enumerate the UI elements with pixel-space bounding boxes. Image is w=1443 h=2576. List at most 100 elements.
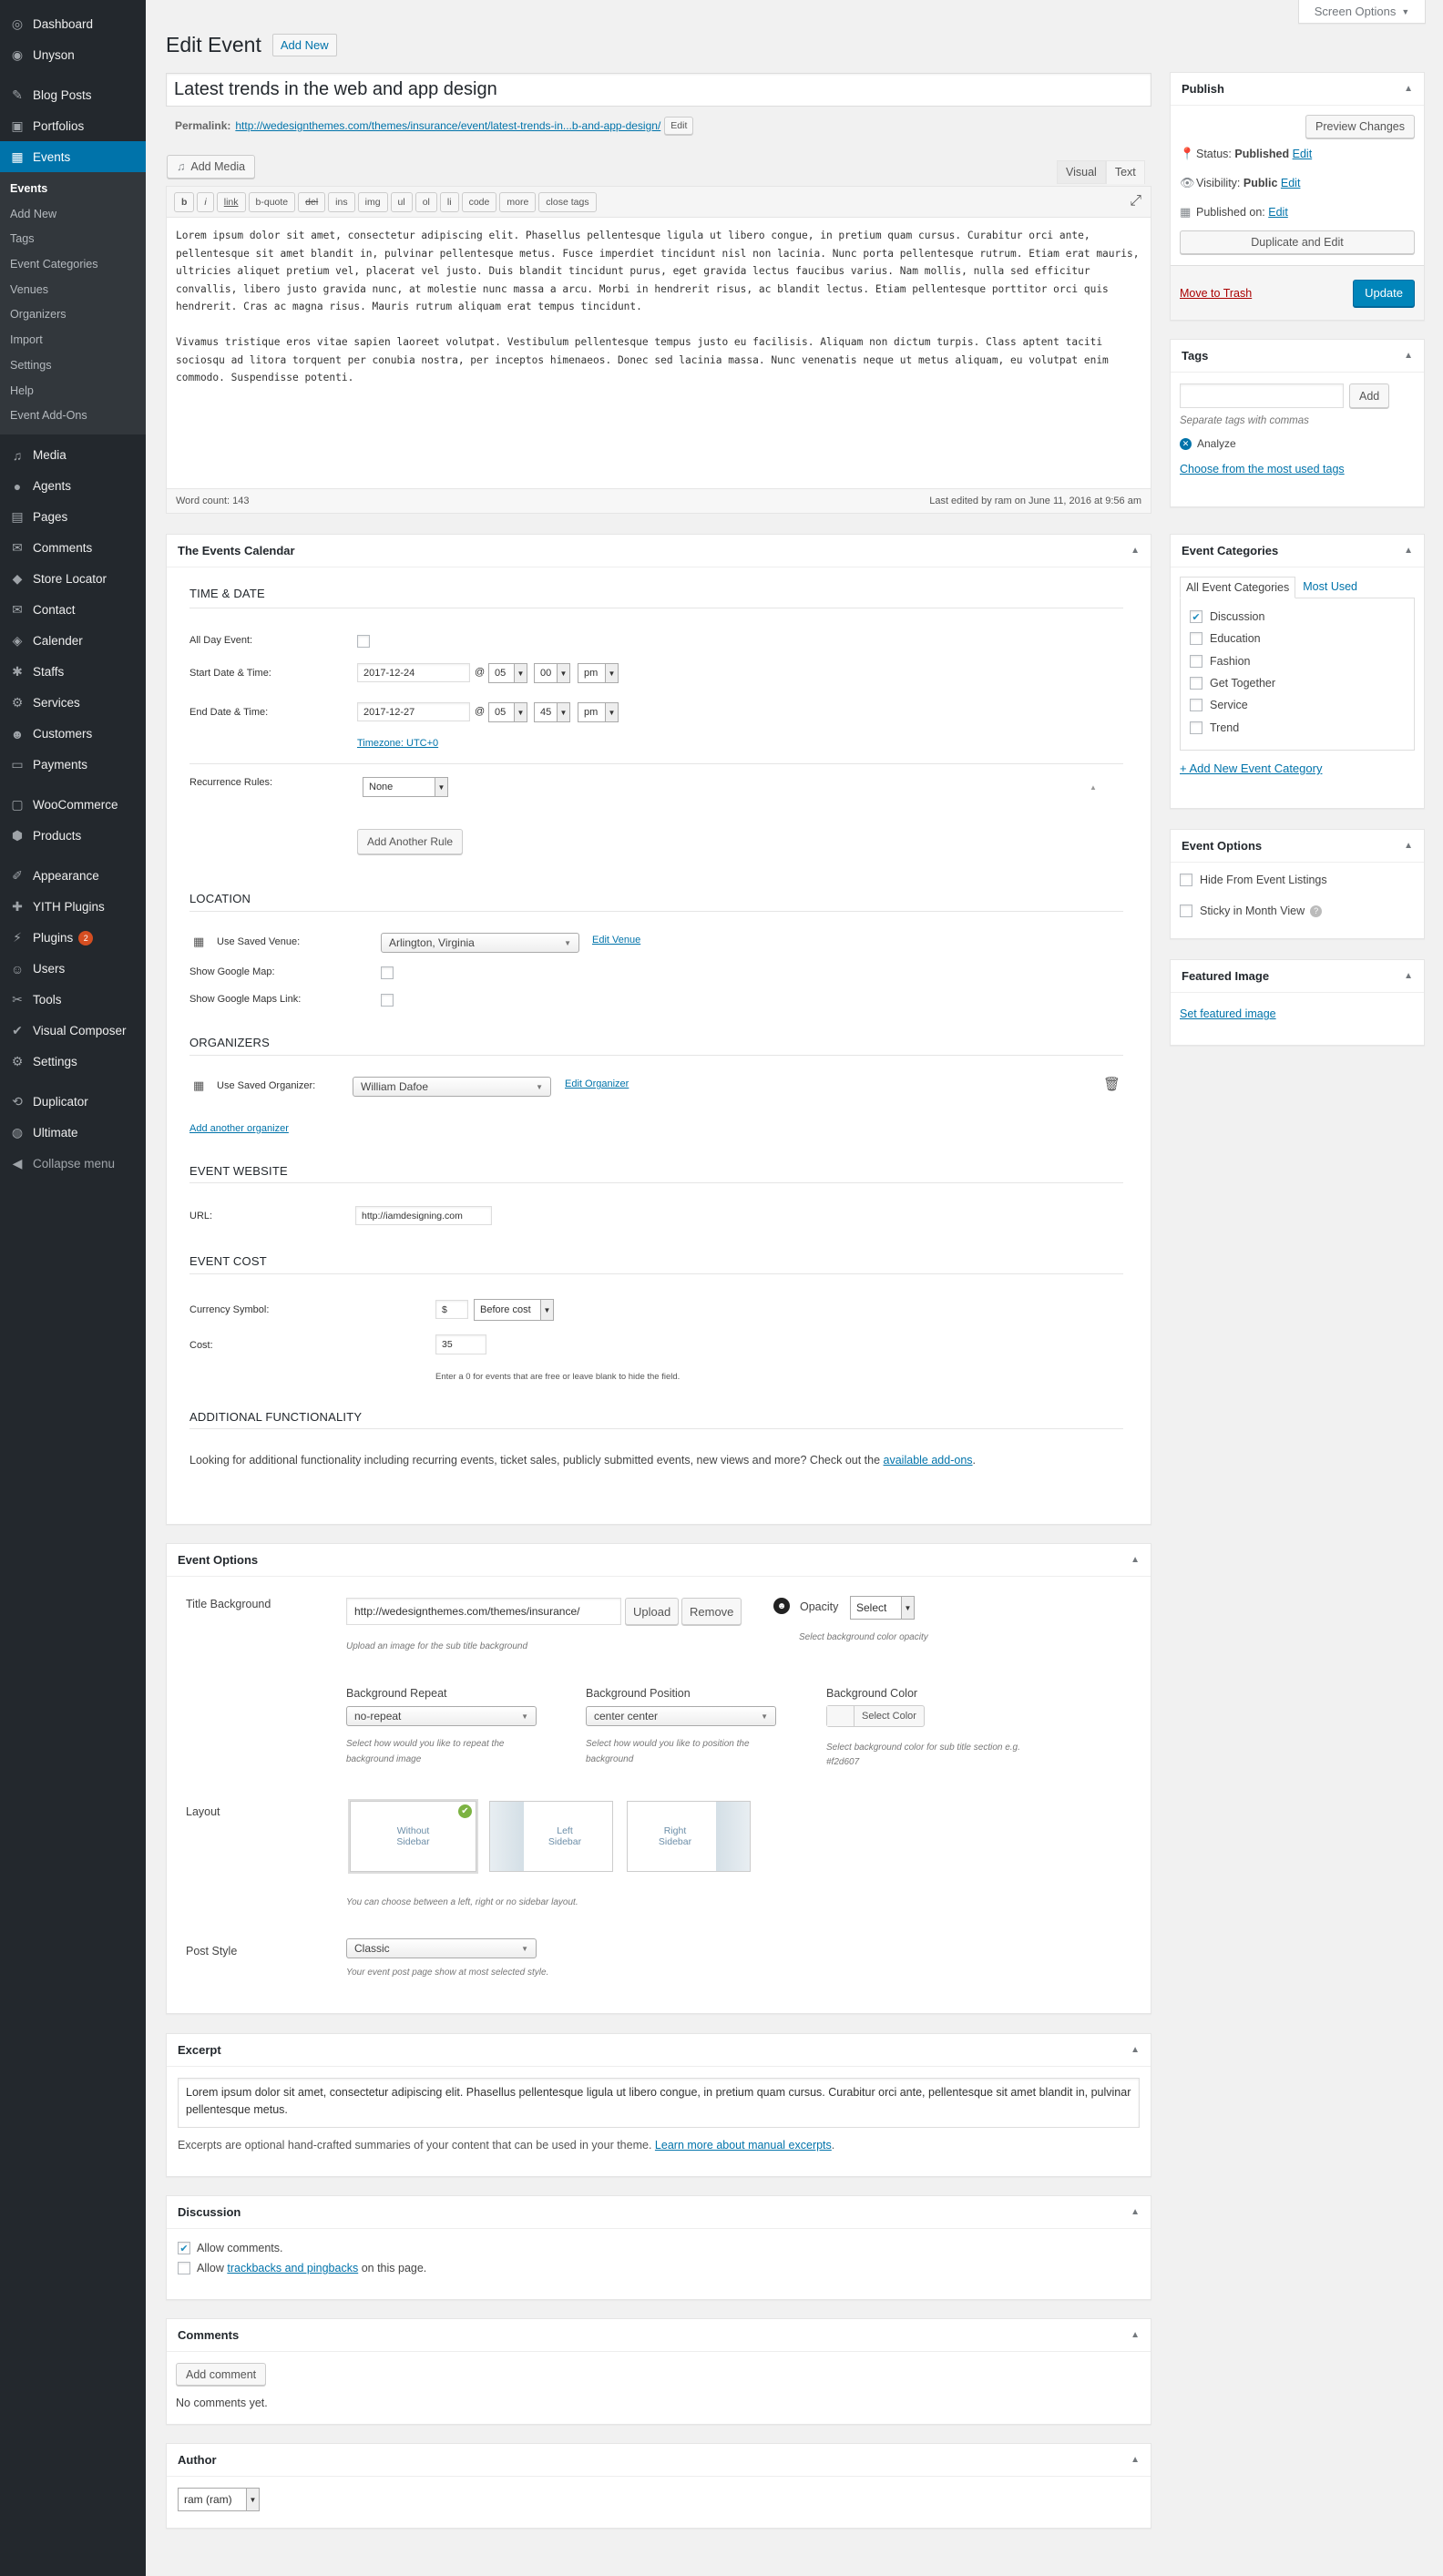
excerpt-header[interactable]: Excerpt ▲ (167, 2034, 1151, 2067)
submenu-item-settings[interactable]: Settings (0, 353, 146, 379)
quicktag-link-button[interactable]: link (216, 191, 246, 212)
bg-repeat-select[interactable]: no-repeat ▼ (346, 1706, 537, 1726)
author-header[interactable]: Author ▲ (167, 2444, 1151, 2477)
discussion-header[interactable]: Discussion ▲ (167, 2196, 1151, 2229)
collapse-arrow-icon[interactable]: ▲ (1131, 2207, 1140, 2217)
sidebar-item-portfolios[interactable]: ▣ Portfolios (0, 110, 146, 141)
end-ampm-select[interactable]: pm ▼ (578, 702, 619, 722)
submenu-item-organizers[interactable]: Organizers (0, 302, 146, 328)
set-featured-image-link[interactable]: Set featured image (1180, 1007, 1276, 1020)
quicktag-more-button[interactable]: more (499, 191, 537, 212)
collapse-arrow-icon[interactable]: ▲ (1404, 351, 1413, 361)
submenu-item-tags[interactable]: Tags (0, 227, 146, 252)
sidebar-item-duplicator[interactable]: ⟲ Duplicator (0, 1087, 146, 1118)
layout-option-right-sidebar[interactable]: Right Sidebar (627, 1801, 751, 1872)
collapse-arrow-icon[interactable]: ▲ (1131, 546, 1140, 556)
sidebar-item-plugins[interactable]: ⚡ Plugins 2 (0, 923, 146, 954)
submenu-item-add-new[interactable]: Add New (0, 202, 146, 228)
layout-option-without-sidebar[interactable]: Without Sidebar ✔ (350, 1801, 476, 1872)
post-style-select[interactable]: Classic ▼ (346, 1938, 537, 1958)
category-checkbox[interactable] (1190, 677, 1202, 690)
bg-position-select[interactable]: center center ▼ (586, 1706, 776, 1726)
remove-button[interactable]: Remove (681, 1598, 742, 1625)
submenu-item-venues[interactable]: Venues (0, 278, 146, 303)
learn-more-excerpts-link[interactable]: Learn more about manual excerpts (655, 2139, 832, 2152)
addons-link[interactable]: available add-ons (884, 1454, 973, 1467)
visibility-edit-link[interactable]: Edit (1281, 177, 1301, 189)
venue-select[interactable]: Arlington, Virginia ▼ (381, 933, 579, 953)
category-checkbox[interactable] (1190, 721, 1202, 734)
collapse-arrow-icon[interactable]: ▲ (1131, 1555, 1140, 1565)
quicktag-ul-button[interactable]: ul (390, 191, 413, 212)
submenu-item-event-add-ons[interactable]: Event Add-Ons (0, 404, 146, 429)
collapse-menu-button[interactable]: ◀ Collapse menu (0, 1149, 146, 1180)
sidebar-item-blog-posts[interactable]: ✎ Blog Posts (0, 79, 146, 110)
sidebar-item-calender[interactable]: ◈ Calender (0, 626, 146, 657)
author-select[interactable]: ram (ram) ▼ (178, 2488, 260, 2511)
event-categories-header[interactable]: Event Categories ▲ (1171, 535, 1424, 567)
choose-most-used-tags-link[interactable]: Choose from the most used tags (1180, 463, 1345, 475)
upload-button[interactable]: Upload (625, 1598, 680, 1625)
sidebar-item-agents[interactable]: ● Agents (0, 471, 146, 502)
bg-color-picker[interactable]: Select Color (826, 1705, 925, 1727)
add-another-rule-button[interactable]: Add Another Rule (357, 829, 464, 854)
quicktag-i-button[interactable]: i (197, 191, 214, 212)
sidebar-item-tools[interactable]: ✂ Tools (0, 985, 146, 1016)
duplicate-and-edit-button[interactable]: Duplicate and Edit (1180, 230, 1415, 254)
sidebar-item-contact[interactable]: ✉ Contact (0, 595, 146, 626)
events-calendar-header[interactable]: The Events Calendar ▲ (167, 535, 1151, 567)
sidebar-item-woocommerce[interactable]: ▢ WooCommerce (0, 790, 146, 821)
hide-from-listings-checkbox[interactable] (1180, 874, 1192, 886)
quicktag-ol-button[interactable]: ol (414, 191, 437, 212)
add-organizer-link[interactable]: Add another organizer (189, 1123, 289, 1134)
all-day-checkbox[interactable] (357, 635, 370, 648)
sidebar-item-ultimate[interactable]: ◍ Ultimate (0, 1118, 146, 1149)
permalink-edit-button[interactable]: Edit (664, 117, 694, 135)
tab-text[interactable]: Text (1105, 160, 1145, 184)
category-checkbox[interactable] (1190, 654, 1202, 668)
sidebar-item-staffs[interactable]: ✱ Staffs (0, 657, 146, 688)
sticky-month-view-checkbox[interactable] (1180, 905, 1192, 917)
sidebar-item-media[interactable]: ♫ Media (0, 440, 146, 471)
cost-input[interactable]: 35 (435, 1334, 486, 1354)
submenu-item-help[interactable]: Help (0, 379, 146, 404)
start-minute-select[interactable]: 00 ▼ (534, 663, 570, 683)
sidebar-item-comments[interactable]: ✉ Comments (0, 533, 146, 564)
collapse-arrow-icon[interactable]: ▲ (1404, 841, 1413, 851)
quicktag-b-button[interactable]: b (174, 191, 195, 212)
category-checkbox[interactable] (1190, 699, 1202, 712)
show-map-checkbox[interactable] (381, 966, 394, 979)
select-color-button[interactable]: Select Color (855, 1706, 924, 1726)
post-title-input[interactable]: Latest trends in the web and app design (166, 73, 1151, 107)
collapse-arrow-icon[interactable]: ▲ (1404, 84, 1413, 94)
submenu-item-events[interactable]: Events (0, 177, 146, 202)
tags-header[interactable]: Tags ▲ (1171, 340, 1424, 373)
event-options-side-header[interactable]: Event Options ▲ (1171, 830, 1424, 863)
fullscreen-icon[interactable]: ⤢ (1130, 193, 1141, 210)
layout-option-left-sidebar[interactable]: Left Sidebar (489, 1801, 613, 1872)
comments-header[interactable]: Comments ▲ (167, 2319, 1151, 2352)
featured-image-header[interactable]: Featured Image ▲ (1171, 960, 1424, 993)
tab-visual[interactable]: Visual (1057, 160, 1106, 184)
sidebar-item-yith-plugins[interactable]: ✚ YITH Plugins (0, 892, 146, 923)
submenu-item-event-categories[interactable]: Event Categories (0, 252, 146, 278)
grid-drag-icon[interactable]: ▦ (193, 935, 204, 949)
show-map-link-checkbox[interactable] (381, 994, 394, 1007)
publish-header[interactable]: Publish ▲ (1171, 73, 1424, 106)
quicktag-del-button[interactable]: del (298, 191, 326, 212)
organizer-select[interactable]: William Dafoe ▼ (353, 1077, 551, 1097)
update-button[interactable]: Update (1353, 279, 1415, 307)
quicktag-close-tags-button[interactable]: close tags (538, 191, 597, 212)
sidebar-item-unyson[interactable]: ◉ Unyson (0, 39, 146, 70)
trash-icon[interactable]: 🗑 (1103, 1076, 1121, 1092)
sidebar-item-customers[interactable]: ☻ Customers (0, 719, 146, 750)
tab-all-event-categories[interactable]: All Event Categories (1180, 577, 1296, 598)
collapse-arrow-icon[interactable]: ▲ (1404, 971, 1413, 981)
editor-textarea[interactable]: Lorem ipsum dolor sit amet, consectetur … (167, 218, 1151, 486)
recurrence-toggle-icon[interactable]: ▲ (1090, 783, 1097, 792)
allow-comments-checkbox[interactable]: ✔ (178, 2242, 190, 2254)
add-tag-button[interactable]: Add (1349, 383, 1390, 408)
sidebar-item-dashboard[interactable]: ◎ Dashboard (0, 8, 146, 39)
quicktag-img-button[interactable]: img (357, 191, 388, 212)
start-date-input[interactable]: 2017-12-24 (357, 663, 470, 682)
